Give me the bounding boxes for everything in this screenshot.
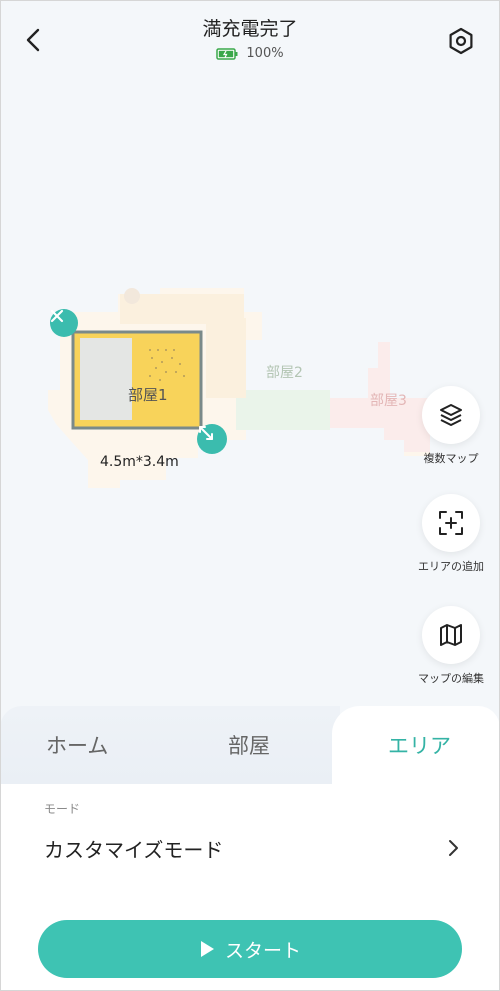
tab-area[interactable]: エリア [388, 730, 451, 760]
settings-hex-icon [449, 27, 473, 55]
multi-map-circle [422, 386, 480, 444]
zone-resize-handle[interactable] [197, 424, 227, 454]
room-label-3: 部屋3 [370, 393, 407, 409]
battery-percent: 100% [246, 46, 284, 61]
multi-map-label: 複数マップ [423, 452, 479, 465]
status-title: 満充電完了 [202, 18, 298, 40]
tab-home[interactable]: ホーム [46, 730, 108, 760]
battery-icon [216, 47, 238, 60]
resize-arrows-icon [199, 426, 213, 440]
settings-button[interactable] [446, 26, 476, 56]
close-icon [50, 309, 64, 323]
mode-selector[interactable]: カスタマイズモード [44, 828, 460, 868]
room-label-2: 部屋2 [266, 365, 303, 381]
zone-delete-button[interactable] [50, 309, 78, 337]
play-icon [200, 941, 214, 957]
area-settings-panel: モード カスタマイズモード スタート [0, 784, 500, 991]
zone-dimensions: 4.5m*3.4m [100, 454, 179, 470]
add-area-label: エリアの追加 [418, 560, 484, 573]
edit-map-button[interactable]: マップの編集 [406, 606, 496, 686]
start-button[interactable]: スタート [38, 920, 462, 978]
mode-tabs: ホーム 部屋 エリア [0, 706, 500, 784]
layers-icon [440, 404, 462, 426]
start-button-label: スタート [224, 939, 301, 962]
map-edit-icon [440, 624, 462, 646]
room-label-1: 部屋1 [128, 386, 168, 404]
edit-map-label: マップの編集 [418, 672, 484, 685]
mode-label: モード [44, 802, 81, 816]
multi-map-button[interactable]: 複数マップ [406, 386, 496, 466]
chevron-right-icon [449, 840, 458, 856]
add-area-icon [439, 511, 463, 535]
edit-map-circle [422, 606, 480, 664]
add-area-circle [422, 494, 480, 552]
tab-room[interactable]: 部屋 [228, 730, 270, 760]
add-area-button[interactable]: エリアの追加 [406, 494, 496, 574]
mode-value: カスタマイズモード [44, 837, 224, 862]
battery-status: 100% [0, 46, 500, 61]
